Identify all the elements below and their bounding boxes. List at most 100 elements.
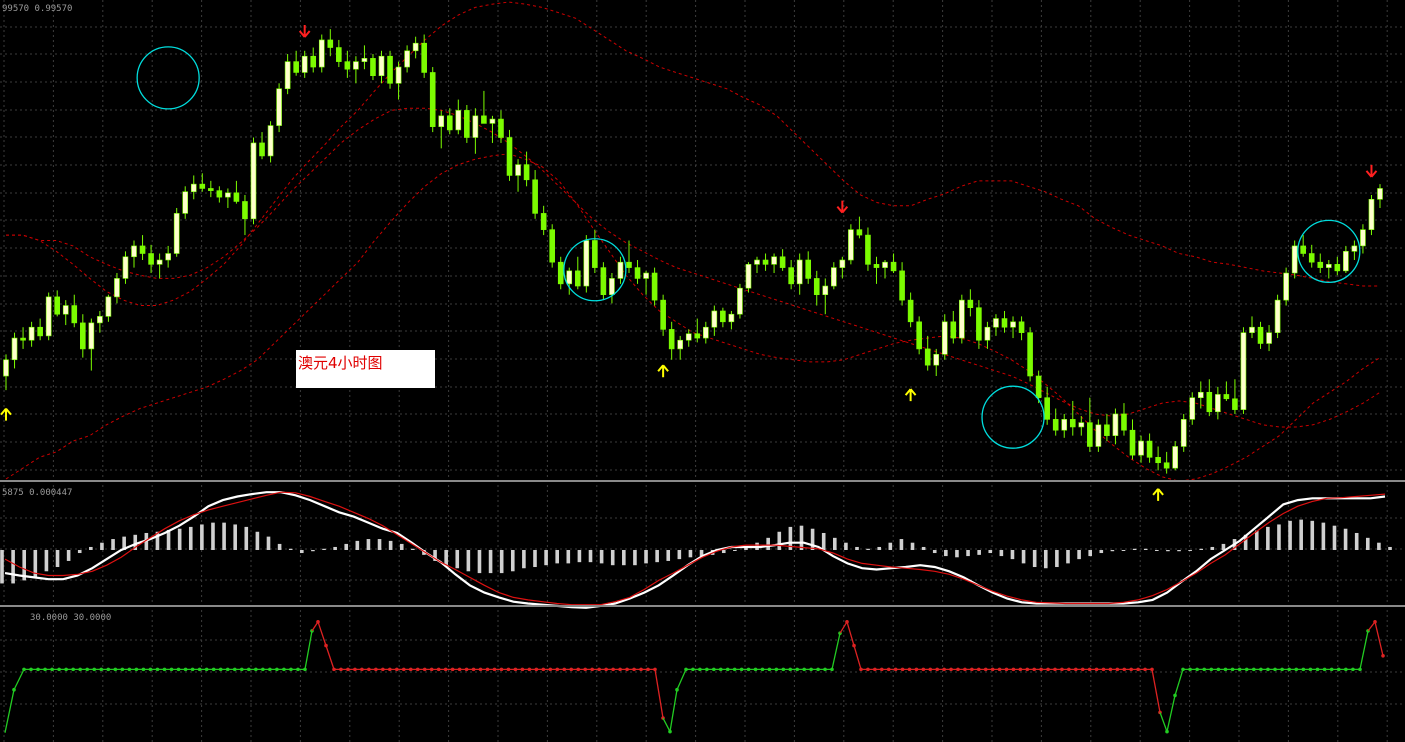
macd-histogram-bar xyxy=(55,550,60,568)
candle-body xyxy=(865,234,871,265)
candle-body xyxy=(805,259,812,279)
candle-body xyxy=(1027,332,1033,377)
stoch-point xyxy=(997,667,1002,672)
candle-body xyxy=(105,296,112,317)
candle-body xyxy=(301,55,308,73)
candle-body xyxy=(276,88,282,126)
candle-body xyxy=(1334,264,1341,272)
stoch-point xyxy=(1266,667,1270,672)
macd-histogram-bar xyxy=(955,550,959,558)
macd-histogram-bar xyxy=(1365,537,1370,550)
candle-body xyxy=(387,55,393,84)
candle-body xyxy=(941,321,948,355)
stoch-point xyxy=(935,667,940,672)
candle-body xyxy=(651,272,658,301)
macd-histogram-bar xyxy=(644,550,648,564)
candle-body xyxy=(1308,253,1315,263)
stoch-point xyxy=(492,667,497,672)
macd-histogram-bar xyxy=(100,542,104,550)
macd-histogram-bar xyxy=(921,546,926,550)
stoch-point xyxy=(712,667,716,672)
stoch-point xyxy=(148,667,153,672)
candle-body xyxy=(353,61,359,70)
candle-body xyxy=(284,61,291,90)
stoch-point xyxy=(99,667,104,672)
stoch-point xyxy=(639,667,643,672)
stoch-point xyxy=(541,667,546,672)
candle-body xyxy=(37,326,43,337)
macd-header-label: 5875 0.000447 xyxy=(2,488,72,498)
stoch-point xyxy=(1344,667,1348,672)
annotation-box: 澳元4小时图 xyxy=(296,350,435,388)
stoch-point xyxy=(816,667,820,672)
stoch-point xyxy=(92,667,97,672)
macd-histogram-bar xyxy=(688,550,693,558)
stoch-point xyxy=(296,667,300,672)
stoch-point xyxy=(197,667,202,672)
stoch-point xyxy=(429,667,434,672)
macd-histogram-bar xyxy=(1254,530,1259,550)
stoch-point xyxy=(1252,667,1256,672)
candle-body xyxy=(685,333,692,341)
stoch-point xyxy=(1381,653,1385,658)
stoch-point xyxy=(1018,667,1023,672)
macd-histogram-bar xyxy=(322,548,326,550)
candle-body xyxy=(813,278,820,296)
stoch-point xyxy=(1329,667,1334,672)
stoch-point xyxy=(29,667,33,672)
candle-body xyxy=(574,270,581,287)
stoch-point xyxy=(36,667,40,672)
candle-body xyxy=(1078,422,1085,428)
stoch-point xyxy=(527,667,532,672)
stoch-point xyxy=(1115,667,1120,672)
candle-body xyxy=(1249,326,1255,333)
candle-body xyxy=(856,229,863,236)
candle-body xyxy=(148,253,154,265)
candle-body xyxy=(728,313,735,323)
candle-body xyxy=(233,192,240,202)
stoch-point xyxy=(1143,667,1147,672)
stoch-point xyxy=(767,667,772,672)
candle-body xyxy=(208,188,214,191)
candle-body xyxy=(429,72,436,127)
candle-body xyxy=(1368,199,1375,230)
stoch-point xyxy=(1244,667,1249,672)
stoch-point xyxy=(1053,667,1057,672)
candle-body xyxy=(310,55,317,68)
macd-histogram-bar xyxy=(311,550,315,552)
stoch-point xyxy=(1237,667,1242,672)
candle-body xyxy=(1360,229,1366,247)
macd-histogram-bar xyxy=(866,548,870,550)
candle-body xyxy=(668,329,675,350)
macd-histogram-bar xyxy=(188,526,193,550)
candle-body xyxy=(506,137,513,176)
macd-histogram-bar xyxy=(1132,548,1137,550)
macd-histogram-bar xyxy=(533,550,537,568)
macd-histogram-bar xyxy=(522,550,526,569)
candle-body xyxy=(1052,419,1059,431)
stoch-point xyxy=(1039,667,1043,672)
candle-body xyxy=(822,285,829,296)
candle-body xyxy=(62,305,69,315)
macd-histogram-bar xyxy=(1332,525,1337,550)
macd-histogram-bar xyxy=(233,524,237,550)
candle-body xyxy=(1035,375,1042,398)
candle-body xyxy=(967,299,974,309)
stoch-point xyxy=(569,667,574,672)
candle-body xyxy=(540,213,547,230)
stoch-point xyxy=(802,667,806,672)
stoch-point xyxy=(1280,667,1284,672)
candle-body xyxy=(745,264,752,289)
stoch-point xyxy=(732,667,737,672)
stoch-point xyxy=(625,667,629,672)
stoch-point xyxy=(1094,667,1099,672)
stoch-point xyxy=(1301,667,1306,672)
candle-body xyxy=(3,359,9,377)
stoch-point xyxy=(218,667,223,672)
macd-histogram-bar xyxy=(89,546,93,550)
candle-body xyxy=(762,259,769,265)
stoch-point xyxy=(774,667,779,672)
candle-body xyxy=(1257,326,1264,344)
stoch-point xyxy=(176,667,181,672)
main-header-label: 99570 0.99570 xyxy=(2,4,72,14)
